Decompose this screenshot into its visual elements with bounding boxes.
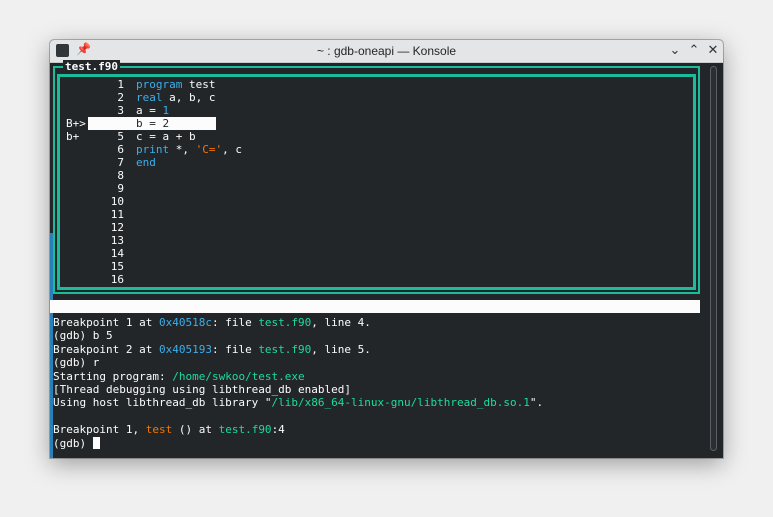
source-line: 11 <box>60 208 693 221</box>
line-number: 7 <box>117 156 124 169</box>
code-token: a, b, c <box>162 91 216 104</box>
source-line: b+ 5 c = a + b <box>60 130 693 143</box>
output-line: Breakpoint 2 at 0x405193: file test.f90,… <box>53 343 371 356</box>
line-code: c = a + b <box>136 130 196 143</box>
output-token: (gdb) r <box>53 356 100 370</box>
line-number: 8 <box>117 169 124 182</box>
line-number: 5 <box>117 130 124 143</box>
output-token: test.f90 <box>258 342 312 356</box>
status-pc: PC: 0x40518c <box>622 339 702 352</box>
output-line: (gdb) <box>53 436 100 450</box>
terminal-area[interactable]: test.f90 1 program test 2 real a, b, c 3 a = … <box>50 60 723 458</box>
line-number: 15 <box>110 260 124 273</box>
line-number: 3 <box>117 104 124 117</box>
window-title: ~ : gdb-oneapi — Konsole <box>316 44 457 58</box>
output-line: (gdb) r <box>53 356 99 369</box>
line-code: program test <box>136 78 215 91</box>
source-content: 1program test2real a, b, c3a = 1B+>4b = … <box>57 74 696 290</box>
code-token: end <box>136 156 156 169</box>
output-line: Using host libthread_db library "/lib/x8… <box>53 396 543 409</box>
source-line: 10 <box>60 195 693 208</box>
code-token: real <box>136 91 163 104</box>
output-token: () at <box>172 423 219 437</box>
status-bar: multi-thre Thread 0x7ffff7e297 In: test … <box>50 300 701 352</box>
code-token: 1 <box>162 104 170 117</box>
line-number: 12 <box>110 221 124 234</box>
minimize-button[interactable]: ⌄ <box>667 42 683 58</box>
output-token: Starting program: <box>53 369 173 383</box>
line-number: 2 <box>117 91 124 104</box>
code-token: c = a + b <box>136 130 196 143</box>
output-line: [Thread debugging using libthread_db ena… <box>53 383 351 396</box>
output-token: , line 5. <box>311 342 371 356</box>
line-number: 16 <box>110 273 124 286</box>
output-token: test <box>145 423 173 437</box>
code-token: *, <box>169 143 196 156</box>
output-token: test.f90 <box>258 316 312 329</box>
line-code: end <box>136 156 156 169</box>
source-line: 3 a = 1 <box>60 104 693 117</box>
status-line-number: L4 <box>585 326 599 339</box>
output-token: Breakpoint 1, <box>53 423 146 437</box>
text-cursor <box>92 436 100 449</box>
output-token: : file <box>211 316 259 329</box>
source-window: test.f90 1 program test 2 real a, b, c 3 a = … <box>53 60 700 294</box>
code-token: b = 2 <box>136 117 170 130</box>
output-token: test.f90 <box>218 423 272 437</box>
line-code: real a, b, c <box>136 91 215 104</box>
source-filename: test.f90 <box>63 60 120 74</box>
output-token: : file <box>211 342 259 356</box>
title-bar[interactable]: 📌 ~ : gdb-oneapi — Konsole ⌄ ⌃ ✕ <box>50 40 723 63</box>
close-button[interactable]: ✕ <box>705 42 721 58</box>
code-token: , c <box>222 143 242 156</box>
source-line: 1 program test <box>60 78 693 91</box>
konsole-window: 📌 ~ : gdb-oneapi — Konsole ⌄ ⌃ ✕ test.f9… <box>50 40 723 458</box>
code-token: print <box>136 143 170 156</box>
line-number: 9 <box>117 182 124 195</box>
output-token: [Thread debugging using libthread_db ena… <box>53 383 352 396</box>
output-line: Breakpoint 1 at 0x40518c: file test.f90,… <box>53 316 371 329</box>
line-number: 10 <box>110 195 124 208</box>
line-number: 13 <box>110 234 124 247</box>
output-token: (gdb) <box>53 436 93 450</box>
output-token: /lib/x86_64-linux-gnu/libthread_db.so.1 <box>271 396 530 410</box>
code-token: program <box>136 78 183 91</box>
maximize-button[interactable]: ⌃ <box>686 42 702 58</box>
source-line: 2 real a, b, c <box>60 91 693 104</box>
output-line: Breakpoint 1, test () at test.f90:4 <box>53 423 285 436</box>
source-line: 8 <box>60 169 693 182</box>
source-line: 13 <box>60 234 693 247</box>
scrollbar[interactable] <box>710 66 717 451</box>
output-token: , line 4. <box>311 316 371 329</box>
source-line: 12 <box>60 221 693 234</box>
source-line: 6 print *, 'C=', c <box>60 143 693 156</box>
code-token: 'C=' <box>195 143 223 156</box>
output-token: Breakpoint 2 at <box>53 342 159 356</box>
source-line: 7 end <box>60 156 693 169</box>
line-number: 6 <box>117 143 124 156</box>
source-line: B+>4b = 2 <box>60 117 693 130</box>
source-line: 15 <box>60 260 693 273</box>
source-line: 16 <box>60 273 693 286</box>
current-line-code: b = 2 <box>88 117 216 130</box>
line-code: print *, 'C=', c <box>136 143 242 156</box>
output-line: Starting program: /home/swkoo/test.exe <box>53 370 305 383</box>
output-token: 0x405193 <box>158 342 212 356</box>
line-number: 1 <box>117 78 124 91</box>
line-number: 11 <box>110 208 124 221</box>
output-token: 0x40518c <box>158 316 212 329</box>
output-token: :4 <box>271 423 285 437</box>
output-token: /home/swkoo/test.exe <box>172 369 305 383</box>
output-token: ". <box>529 396 544 410</box>
source-line: 9 <box>60 182 693 195</box>
line-number: 14 <box>110 247 124 260</box>
output-line: (gdb) b 5 <box>53 329 113 342</box>
source-line: 14 <box>60 247 693 260</box>
code-token: test <box>182 78 216 91</box>
output-token: Using host libthread_db library " <box>53 396 272 410</box>
code-token: a = <box>136 104 163 117</box>
line-code: a = 1 <box>136 104 169 117</box>
output-token: (gdb) b 5 <box>53 329 113 343</box>
output-token: Breakpoint 1 at <box>53 316 159 329</box>
